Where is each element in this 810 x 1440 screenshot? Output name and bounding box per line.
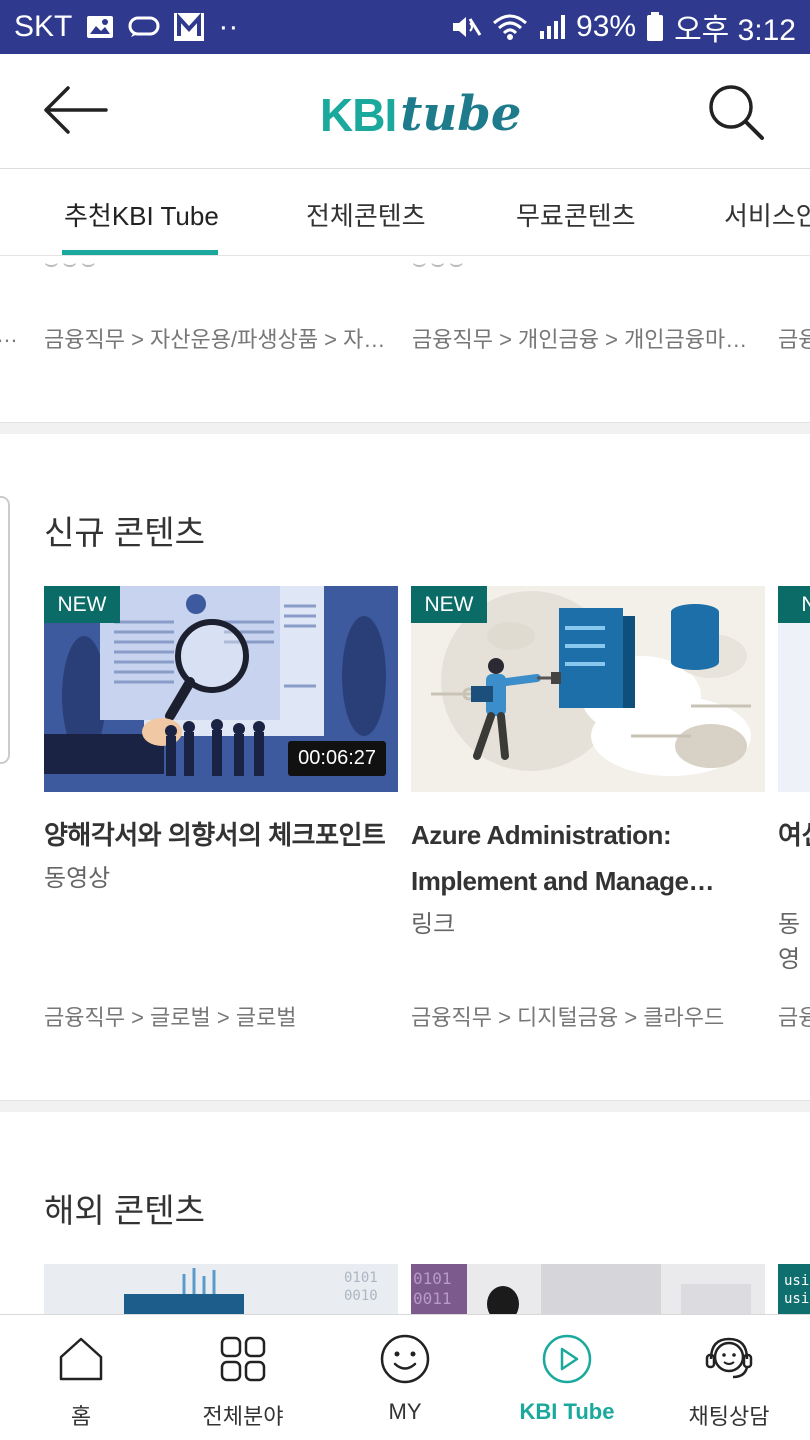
logo-tube-text: tube [400,86,522,142]
content-category[interactable]: 금융직무 > 디지털금융 > 클라우드 [411,1000,724,1032]
nav-label: 채팅상담 [688,1404,770,1429]
content-thumbnail[interactable]: NE [778,586,810,792]
bottom-navigation: 홈 전체분야 MY KBI Tube 채팅상담 [0,1314,810,1440]
previous-section: ⌣⌣⌣ ⌣⌣⌣ … 금융직무 > 자산운용/파생상품 > 자… 금융직무 > 개… [0,256,810,422]
section-title-overseas: 해외 콘텐츠 [44,1192,205,1229]
dots-decoration: ⌣⌣⌣ [412,256,468,275]
person-illustration: 0101 0011 [411,1264,751,1314]
nav-chat-consult[interactable]: 채팅상담 [648,1315,810,1440]
content-card[interactable]: NEW 00:06:27 양해각서와 의향서의 체크포인트 동영상 금융직무 >… [44,586,398,1030]
nav-all-fields[interactable]: 전체분야 [162,1315,324,1440]
logo-kbi-text: KBI [320,89,397,141]
mute-icon [453,17,482,37]
svg-text:0010: 0010 [344,1288,378,1304]
wifi-icon [493,14,528,40]
code-line: usi [784,1273,810,1289]
nav-label: 전체분야 [202,1404,284,1429]
content-card-partial[interactable]: NE 여신권 동영 금융 [778,586,810,1046]
new-badge: NEW [44,586,120,623]
nav-label: 홈 [70,1404,92,1429]
back-arrow-icon[interactable] [40,80,110,140]
app-header: KBI tube [0,54,810,169]
content-type: 동영 [778,911,801,973]
carrier-label: SKT [14,10,73,43]
nav-label: MY [388,1399,422,1424]
home-icon [59,1337,103,1381]
new-badge: NEW [411,586,487,623]
play-circle-icon [542,1334,592,1384]
code-line: usi [784,1291,810,1307]
content-category[interactable]: 금융 [778,1000,810,1032]
battery-percent: 93% [576,10,637,43]
kbi-tube-logo[interactable]: KBI tube [320,82,521,142]
content-title[interactable]: 여신권 [778,812,810,858]
dots-decoration: ⌣⌣⌣ [44,256,100,275]
video-duration: 00:06:27 [288,741,386,776]
content-thumbnail[interactable]: NEW 00:06:27 [44,586,398,792]
tab-all-contents[interactable]: 전체콘텐츠 [306,196,426,233]
section-divider [0,1100,810,1112]
search-icon[interactable] [706,82,766,142]
smile-icon [380,1334,430,1384]
nav-my[interactable]: MY [324,1315,486,1440]
gallery-icon [87,16,114,38]
signal-icon [540,15,566,39]
content-title[interactable]: 양해각서와 의향서의 체크포인트 [44,812,398,858]
content-type: 링크 [411,911,456,938]
battery-icon [647,12,664,41]
more-dots-icon: ·· [218,10,239,43]
overseas-thumbnail[interactable]: 0101 0010 [44,1264,398,1314]
tab-recommended[interactable]: 추천KBI Tube [64,196,219,233]
content-category[interactable]: 금융직무 > 글로벌 > 글로벌 [44,1000,297,1032]
tab-service[interactable]: 서비스안 [724,196,810,233]
category-breadcrumb[interactable]: 금융직무 > 개인금융 > 개인금융마… [412,322,747,354]
overseas-thumbnail[interactable]: usi usi [778,1264,810,1314]
grid-icon [220,1336,266,1382]
nav-kbi-tube[interactable]: KBI Tube [486,1315,648,1440]
category-breadcrumb: … [0,322,18,348]
section-divider [0,422,810,434]
clock: 오후 3:12 [674,14,796,47]
content-title[interactable]: Azure Administration: Implement and Mana… [411,812,765,904]
mail-m-icon [174,13,205,41]
side-panel-handle[interactable] [0,496,10,764]
content-thumbnail[interactable]: NEW [411,586,765,792]
category-breadcrumb[interactable]: 금융직무 > 자산운용/파생상품 > 자… [44,322,385,354]
svg-text:0011: 0011 [413,1289,452,1308]
category-tabs: 추천KBI Tube 전체콘텐츠 무료콘텐츠 서비스안 [0,170,810,256]
active-tab-indicator [62,250,218,255]
svg-text:0101: 0101 [344,1270,378,1286]
overseas-thumbnail[interactable]: 0101 0011 [411,1264,765,1314]
tab-free-contents[interactable]: 무료콘텐츠 [516,196,636,233]
chat-icon [128,16,160,37]
section-title-new: 신규 콘텐츠 [44,514,205,551]
nav-label: KBI Tube [519,1399,615,1424]
category-breadcrumb[interactable]: 금융 [778,322,810,354]
nav-home[interactable]: 홈 [0,1315,162,1440]
status-bar: SKT ·· 93% 오후 3:12 [0,0,810,54]
circuit-illustration: 0101 0010 [124,1268,378,1314]
new-badge: NE [778,586,810,623]
svg-text:0101: 0101 [413,1269,452,1288]
content-type: 동영상 [44,865,111,892]
headset-icon [705,1337,753,1379]
content-card[interactable]: NEW Azure Administration: Implement and … [411,586,765,1030]
